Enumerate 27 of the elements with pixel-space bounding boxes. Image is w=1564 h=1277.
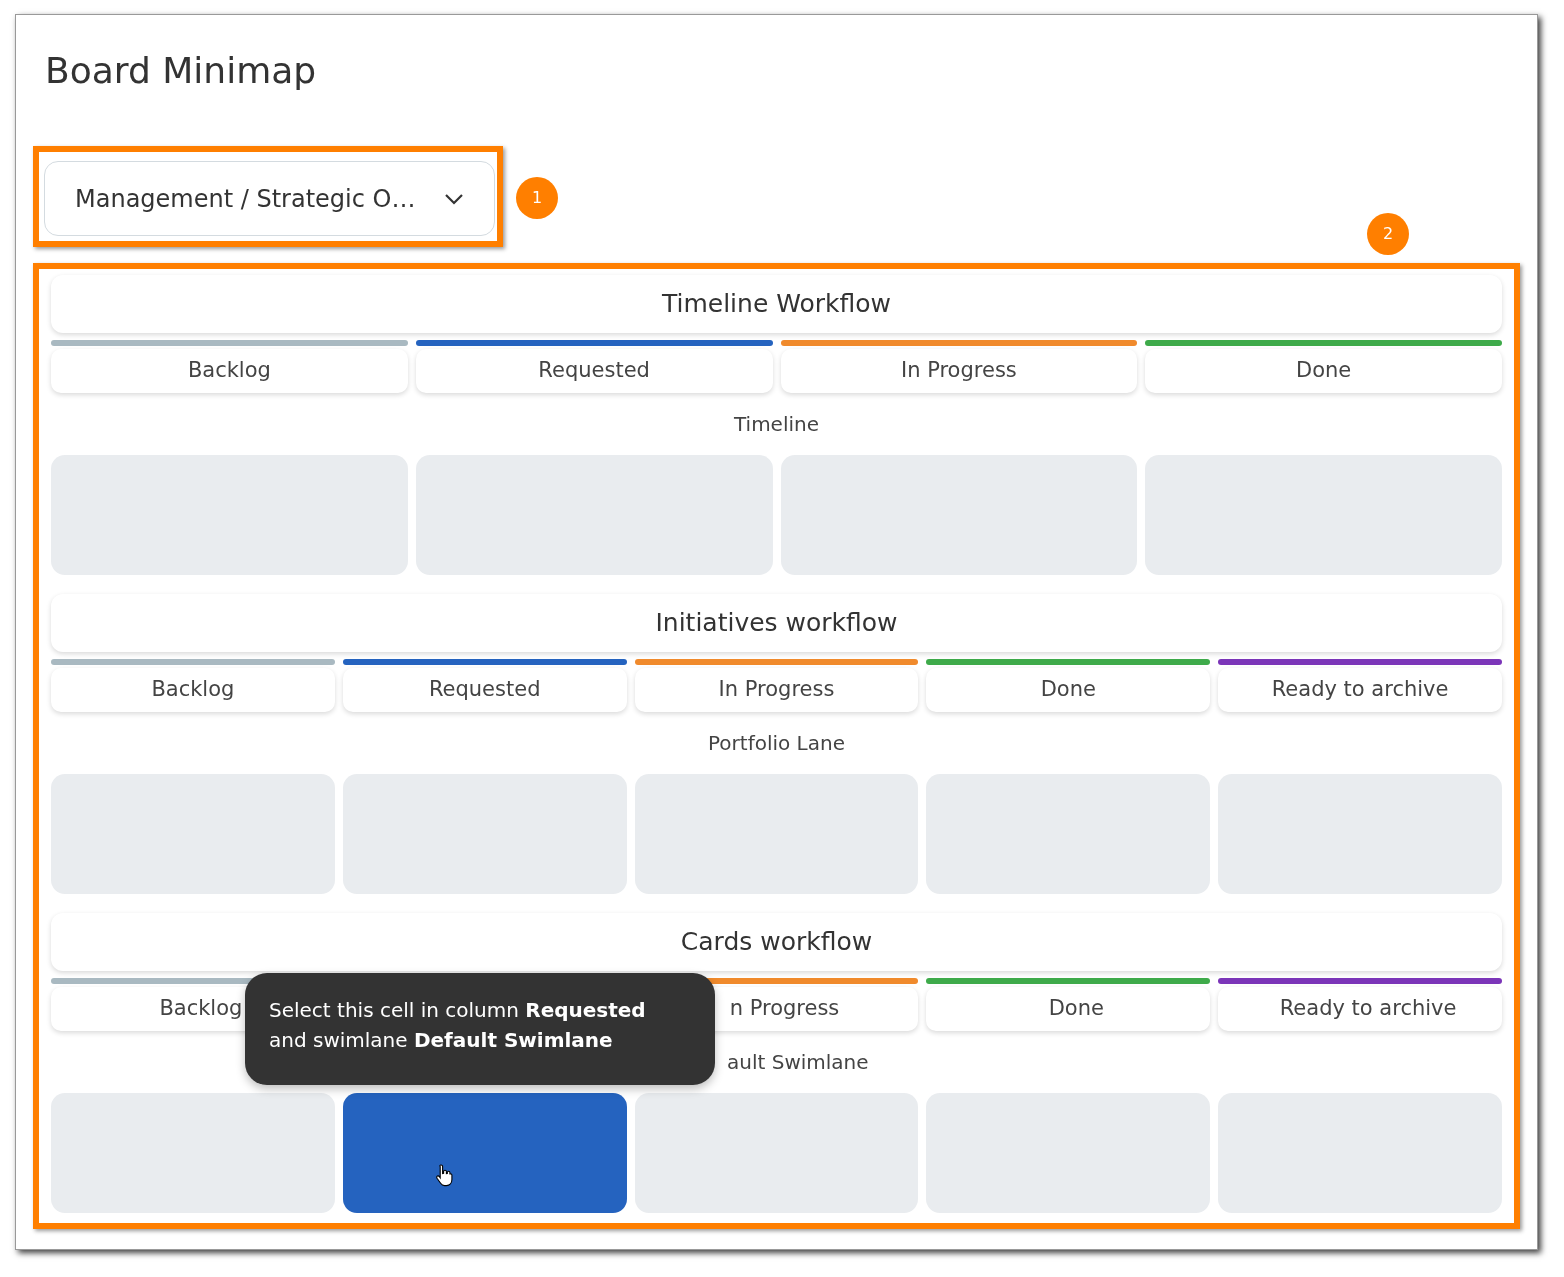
tooltip: Select this cell in column Requested and swimlane Default Swimlane — [245, 973, 715, 1085]
column-header: Done — [926, 987, 1211, 1031]
hand-pointer-icon — [435, 1163, 454, 1187]
column-header: Requested — [342, 668, 627, 712]
dialog-title: Board Minimap — [45, 49, 317, 93]
swimlane-label: Portfolio Lane — [708, 730, 845, 757]
minimap-cell[interactable] — [342, 1093, 627, 1213]
minimap-cell[interactable] — [634, 1093, 919, 1213]
column-header: Requested — [415, 349, 773, 393]
swimlane-label: Timeline — [733, 411, 819, 438]
column-header: Backlog — [51, 668, 335, 712]
minimap-cell[interactable] — [51, 1093, 335, 1213]
callout-number: 2 — [1367, 213, 1409, 255]
callout-number: 1 — [516, 177, 558, 219]
column-header: Done — [1145, 349, 1502, 393]
column-header: Ready to archive — [1218, 987, 1502, 1031]
column-header: In Progress — [634, 668, 919, 712]
column-header: Done — [926, 668, 1211, 712]
board-dropdown[interactable]: Management / Strategic O… — [44, 161, 495, 236]
workflow-title: Timeline Workflow — [51, 275, 1502, 333]
column-header: In Progress — [780, 349, 1138, 393]
column-header: Backlog — [51, 349, 408, 393]
column-header: Ready to archive — [1218, 668, 1502, 712]
swimlane-label: ault Swimlane — [727, 1049, 869, 1076]
chevron-down-icon — [444, 192, 464, 205]
workflow-title: Cards workflow — [51, 913, 1502, 971]
workflow-title: Initiatives workflow — [51, 594, 1502, 652]
